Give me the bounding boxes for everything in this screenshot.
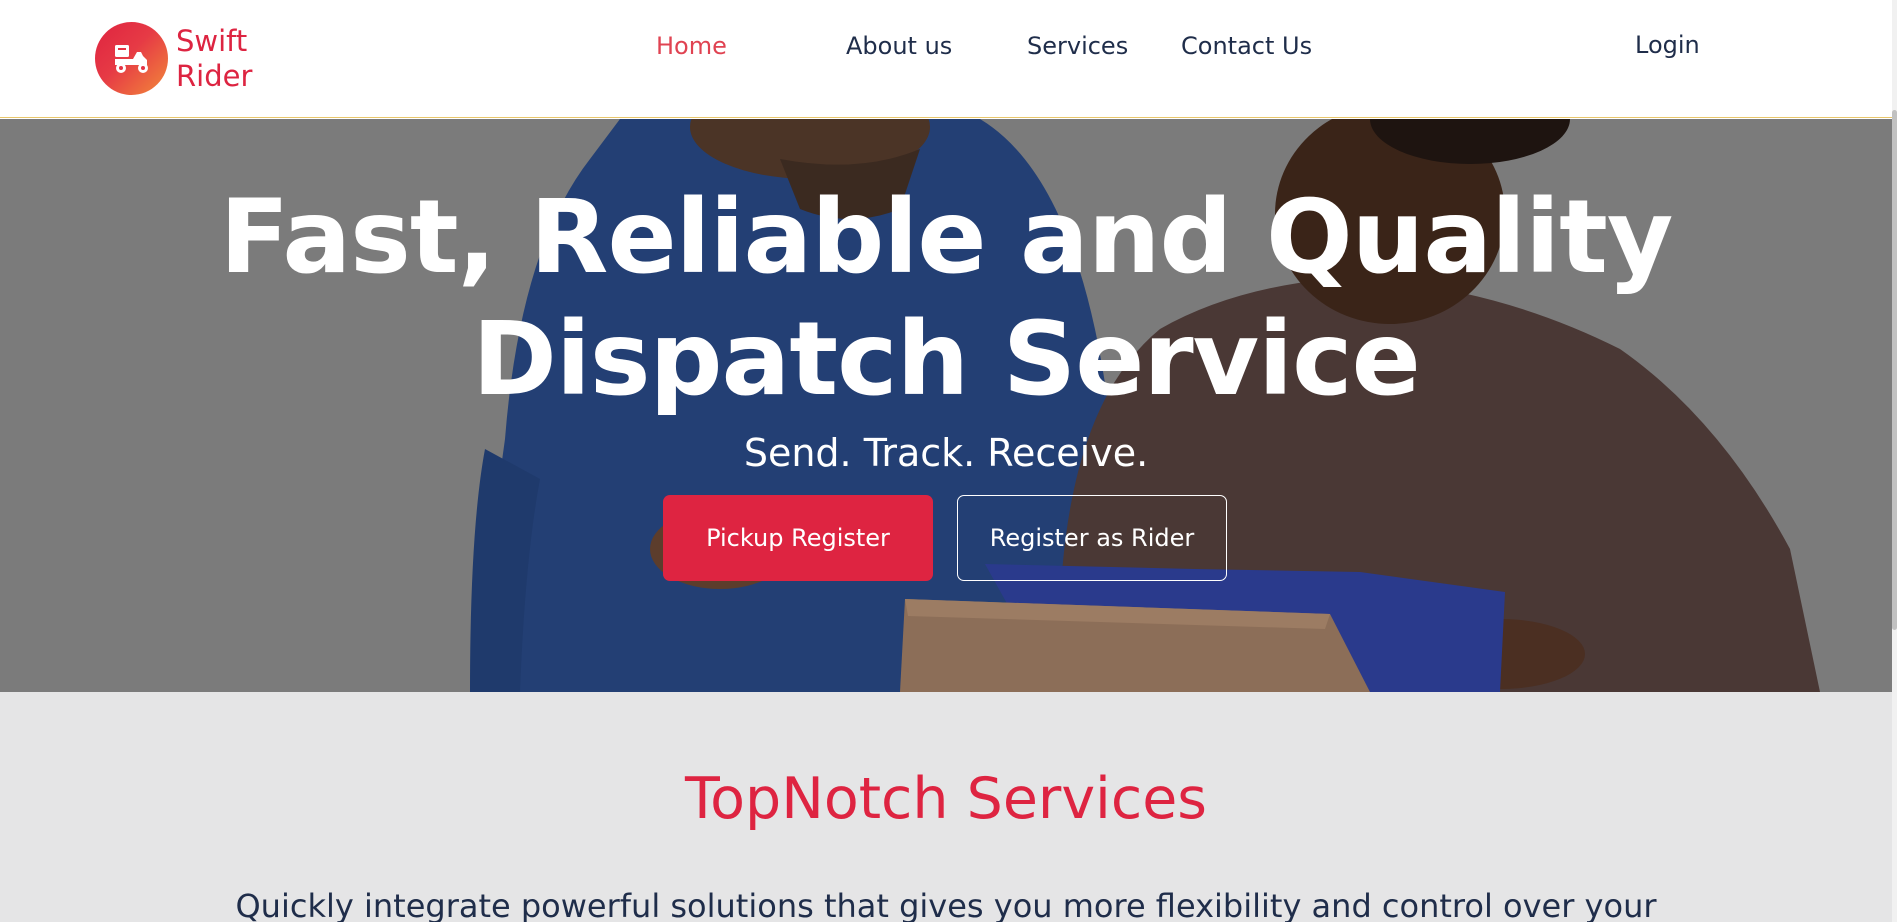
pickup-register-button[interactable]: Pickup Register (663, 495, 933, 581)
hero-section: Fast, Reliable and Quality Dispatch Serv… (0, 119, 1892, 692)
site-header: Swift Rider Home About us Services Conta… (0, 0, 1892, 118)
nav-services[interactable]: Services (1027, 32, 1128, 60)
services-section: TopNotch Services Quickly integrate powe… (0, 692, 1892, 922)
delivery-scooter-icon (95, 22, 168, 95)
nav-home[interactable]: Home (656, 32, 727, 60)
brand-name-line2: Rider (176, 58, 253, 93)
register-rider-button[interactable]: Register as Rider (957, 495, 1227, 581)
hero-title: Fast, Reliable and Quality Dispatch Serv… (0, 177, 1892, 421)
brand-name: Swift Rider (176, 24, 252, 94)
scrollbar-thumb[interactable] (1892, 110, 1897, 630)
services-description: Quickly integrate powerful solutions tha… (235, 887, 1657, 922)
hero-title-line1: Fast, Reliable and Quality (219, 178, 1674, 297)
nav-contact-us[interactable]: Contact Us (1181, 32, 1312, 60)
nav-about-us[interactable]: About us (846, 32, 952, 60)
brand-logo[interactable]: Swift Rider (95, 22, 252, 95)
page: Swift Rider Home About us Services Conta… (0, 0, 1897, 922)
brand-name-line1: Swift (176, 23, 248, 58)
hero-tagline: Send. Track. Receive. (743, 431, 1149, 475)
login-link[interactable]: Login (1635, 31, 1700, 59)
page-scrollbar[interactable] (1892, 0, 1897, 922)
hero-title-line2: Dispatch Service (472, 300, 1421, 419)
services-heading: TopNotch Services (685, 766, 1207, 832)
